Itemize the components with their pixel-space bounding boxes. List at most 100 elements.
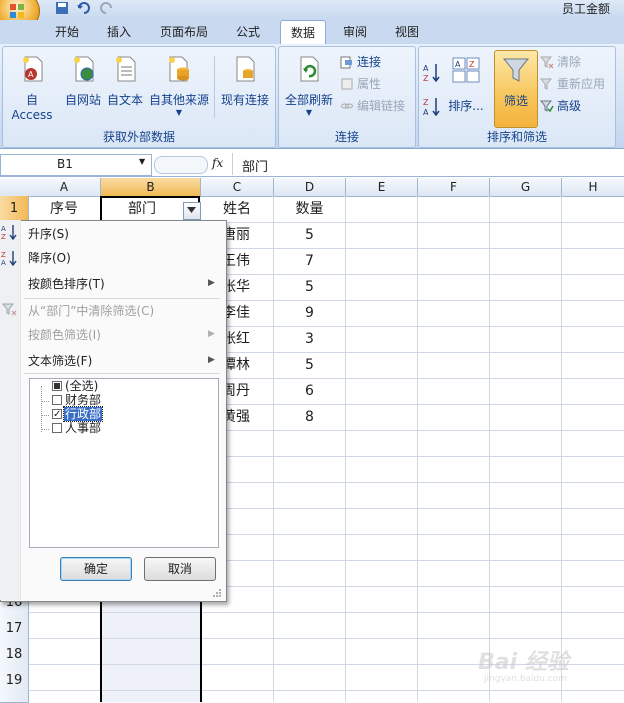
- undo-icon[interactable]: [76, 0, 92, 16]
- name-box[interactable]: B1 ▼: [0, 154, 152, 176]
- column-header-e[interactable]: E: [346, 178, 418, 197]
- svg-text:A: A: [455, 60, 461, 69]
- sort-z-to-a-icon[interactable]: ZA: [422, 96, 442, 118]
- dropdown-arrow-icon: [187, 207, 196, 213]
- row-header-19[interactable]: 19: [0, 664, 29, 691]
- checkbox-admin[interactable]: ✓: [52, 409, 62, 420]
- reapply-button[interactable]: 重新应用: [540, 75, 605, 92]
- select-all-corner[interactable]: [0, 178, 29, 197]
- column-header-a[interactable]: A: [28, 178, 101, 197]
- name-box-dropdown-icon[interactable]: ▼: [139, 157, 145, 166]
- checkbox-finance[interactable]: [52, 395, 62, 405]
- checkbox-select-all[interactable]: [52, 381, 62, 391]
- from-access-button[interactable]: A 自 Access: [4, 54, 60, 122]
- tab-page-layout[interactable]: 页面布局: [152, 20, 216, 44]
- cell-quantity[interactable]: 7: [274, 248, 345, 274]
- filter-dropdown-button[interactable]: [183, 202, 201, 220]
- menu-text-filters[interactable]: 文本筛选(F): [28, 351, 92, 371]
- cell-quantity[interactable]: 9: [274, 300, 345, 326]
- access-file-icon: A: [23, 56, 43, 82]
- sort-a-to-z-icon[interactable]: AZ: [422, 62, 442, 84]
- column-header-c[interactable]: C: [201, 178, 274, 197]
- resize-grip-icon[interactable]: [212, 588, 222, 598]
- cell-name[interactable]: 张红: [222, 326, 258, 352]
- from-web-button[interactable]: 自网站: [62, 54, 104, 108]
- sort-button[interactable]: AZ 排序...: [446, 56, 486, 114]
- tab-insert[interactable]: 插入: [100, 20, 138, 44]
- save-icon[interactable]: [54, 0, 70, 16]
- menu-separator: [24, 373, 220, 374]
- submenu-arrow-icon: ▶: [208, 329, 215, 339]
- insert-function-icon[interactable]: fx: [212, 156, 223, 170]
- advanced-button[interactable]: 高级: [540, 97, 581, 114]
- formula-input[interactable]: 部门: [242, 156, 268, 175]
- reapply-label: 重新应用: [557, 77, 606, 91]
- advanced-filter-icon: [540, 100, 554, 112]
- connections-button[interactable]: 连接: [340, 53, 381, 70]
- cell-name[interactable]: 唐丽: [222, 222, 258, 248]
- properties-button[interactable]: 属性: [340, 75, 381, 92]
- column-header-f[interactable]: F: [418, 178, 490, 197]
- row-header-18[interactable]: 18: [0, 638, 29, 665]
- group-divider: [214, 56, 215, 118]
- list-item-hr[interactable]: 人事部: [65, 421, 101, 435]
- cell-a1[interactable]: 序号: [28, 196, 100, 222]
- svg-text:A: A: [1, 225, 6, 233]
- cell-name[interactable]: 王伟: [222, 248, 258, 274]
- checkbox-hr[interactable]: [52, 423, 62, 433]
- menu-sort-by-color[interactable]: 按颜色排序(T): [28, 274, 105, 294]
- cell-b1[interactable]: 部门: [100, 196, 184, 222]
- ok-button[interactable]: 确定: [60, 557, 132, 581]
- existing-connections-button[interactable]: 现有连接: [218, 54, 272, 108]
- list-item-select-all[interactable]: (全选): [65, 379, 98, 393]
- cell-name[interactable]: 谭林: [222, 352, 258, 378]
- grid-line: [489, 196, 490, 702]
- cell-name[interactable]: 李佳: [222, 300, 258, 326]
- list-item-finance[interactable]: 财务部: [65, 393, 101, 407]
- cell-quantity[interactable]: 5: [274, 222, 345, 248]
- svg-text:A: A: [28, 70, 34, 79]
- cancel-button[interactable]: 取消: [144, 557, 216, 581]
- cell-quantity[interactable]: 3: [274, 326, 345, 352]
- filter-button[interactable]: 筛选: [494, 50, 538, 128]
- tab-home[interactable]: 开始: [48, 20, 86, 44]
- cell-d1[interactable]: 数量: [274, 196, 345, 222]
- column-header-h[interactable]: H: [562, 178, 624, 197]
- from-other-sources-button[interactable]: 自其他来源 ▼: [148, 54, 210, 117]
- tab-formulas[interactable]: 公式: [228, 20, 268, 44]
- edit-links-button[interactable]: 编辑链接: [340, 97, 405, 114]
- menu-sort-descending[interactable]: 降序(O): [28, 248, 71, 268]
- tab-data[interactable]: 数据: [280, 20, 326, 45]
- cell-name[interactable]: 周丹: [222, 378, 258, 404]
- cell-quantity[interactable]: 5: [274, 352, 345, 378]
- cell-quantity[interactable]: 5: [274, 274, 345, 300]
- menu-filter-by-color[interactable]: 按颜色筛选(I): [28, 325, 101, 345]
- tab-review[interactable]: 审阅: [336, 20, 374, 44]
- clear-filter-icon: [540, 56, 554, 68]
- name-box-value: B1: [57, 157, 73, 171]
- grid-line: [28, 690, 624, 691]
- text-file-icon: [116, 56, 136, 82]
- from-text-button[interactable]: 自文本: [104, 54, 146, 108]
- column-header-b[interactable]: B: [101, 178, 201, 197]
- list-item-admin[interactable]: 行政部: [62, 406, 104, 422]
- cell-quantity[interactable]: 8: [274, 404, 345, 430]
- row-header-1[interactable]: 1: [0, 196, 29, 223]
- watermark-subtext: jingyan.baidu.com: [484, 674, 568, 684]
- row-header-20[interactable]: [0, 690, 29, 703]
- cell-quantity[interactable]: 6: [274, 378, 345, 404]
- clear-button[interactable]: 清除: [540, 53, 581, 70]
- refresh-all-button[interactable]: 全部刷新 ▼: [282, 54, 336, 117]
- cell-c1[interactable]: 姓名: [201, 196, 273, 222]
- formula-bar-resize-handle[interactable]: [154, 156, 208, 174]
- menu-sort-ascending[interactable]: 升序(S): [28, 224, 69, 244]
- redo-icon[interactable]: [98, 0, 114, 16]
- column-header-g[interactable]: G: [490, 178, 562, 197]
- column-header-d[interactable]: D: [274, 178, 346, 197]
- existing-connections-label: 现有连接: [220, 93, 269, 107]
- menu-clear-filter[interactable]: 从“部门”中清除筛选(C): [28, 301, 154, 321]
- row-header-17[interactable]: 17: [0, 612, 29, 639]
- tab-view[interactable]: 视图: [388, 20, 426, 44]
- cell-name[interactable]: 张华: [222, 274, 258, 300]
- cell-name[interactable]: 黄强: [222, 404, 258, 430]
